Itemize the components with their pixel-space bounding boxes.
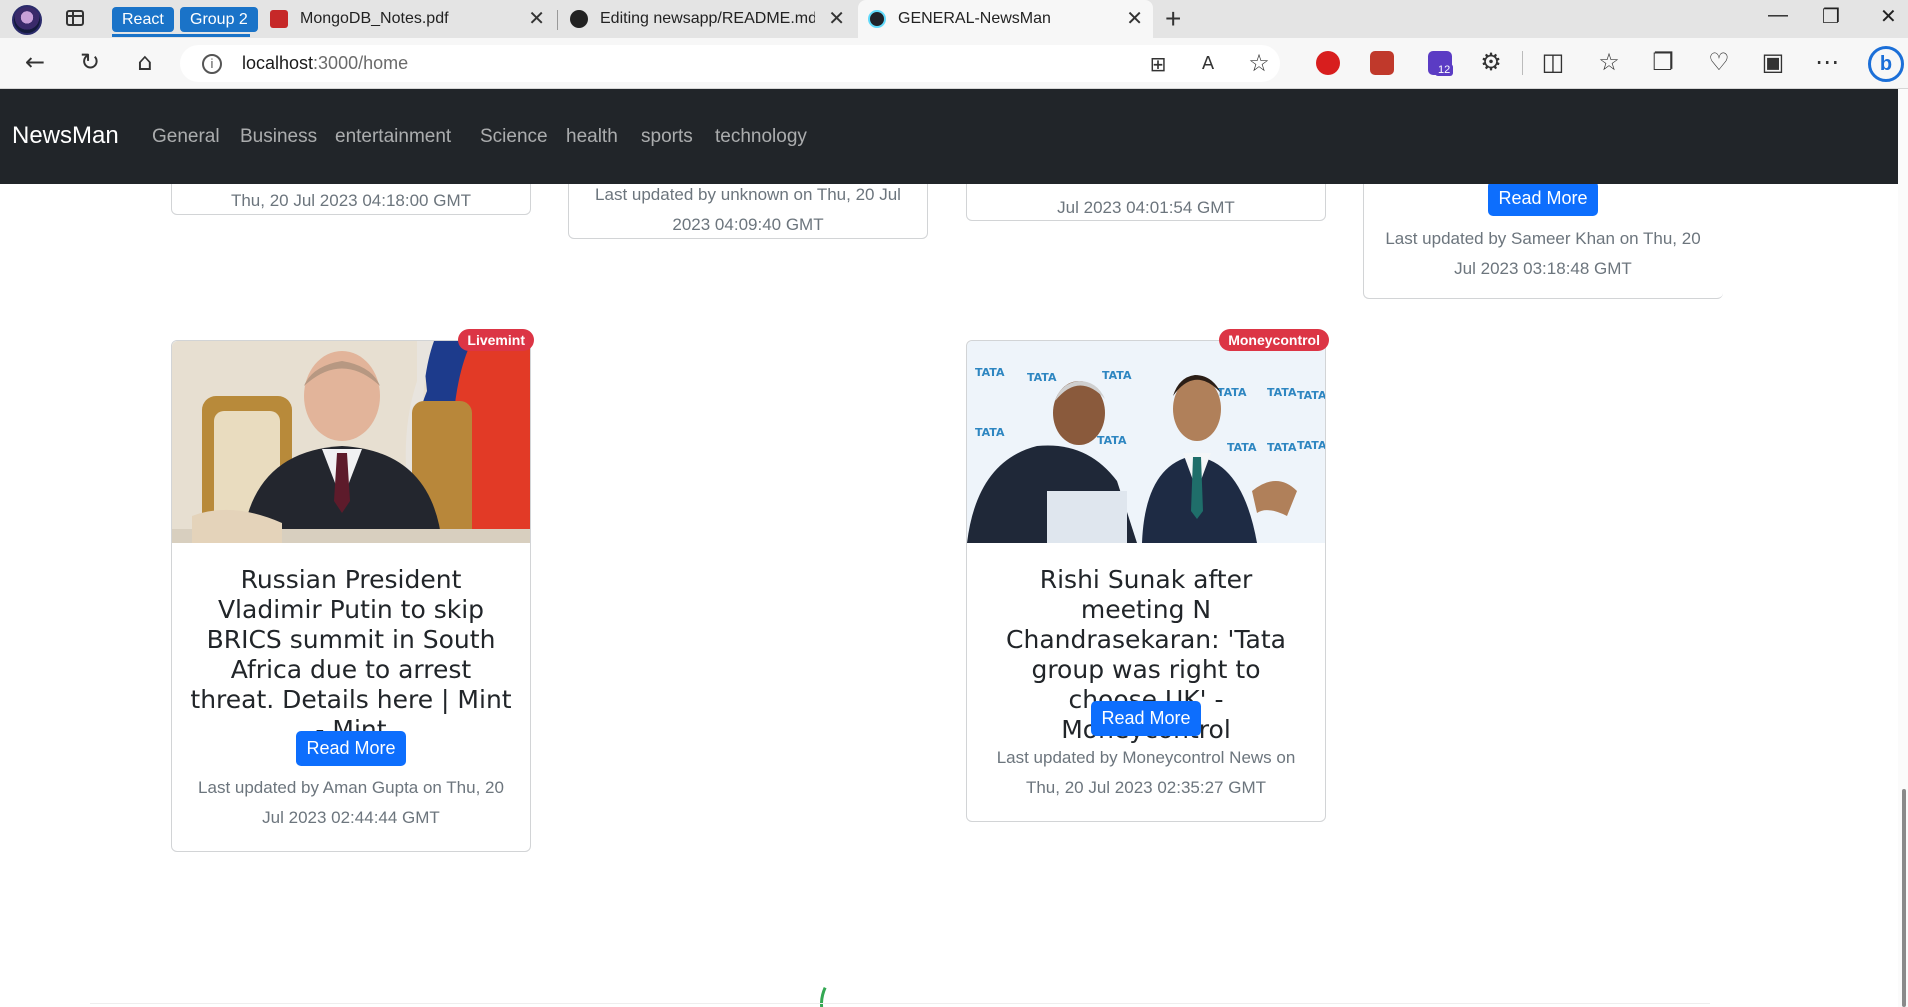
profile-avatar[interactable] bbox=[12, 5, 42, 35]
minimize-button[interactable]: — bbox=[1768, 4, 1788, 27]
url-text[interactable]: localhost:3000/home bbox=[242, 53, 408, 74]
tab-title: MongoDB_Notes.pdf bbox=[300, 10, 449, 27]
split-screen-icon[interactable]: ◫ bbox=[1540, 49, 1566, 75]
card-footer: Last updated by Aman Gupta on Thu, 20 bbox=[198, 778, 504, 797]
workspaces-icon[interactable] bbox=[66, 10, 84, 26]
svg-text:TATA: TATA bbox=[1027, 371, 1057, 384]
tab-general-newsman[interactable]: GENERAL-NewsMan ✕ bbox=[858, 0, 1153, 38]
browser-tab-strip: React Group 2 MongoDB_Notes.pdf ✕ Editin… bbox=[0, 0, 1908, 38]
tab-title: Editing newsapp/README.md at bbox=[600, 10, 815, 27]
svg-text:TATA: TATA bbox=[1102, 369, 1132, 382]
react-icon bbox=[868, 10, 886, 28]
svg-text:TATA: TATA bbox=[975, 366, 1005, 379]
extensions-puzzle-icon[interactable]: ⚙ bbox=[1478, 49, 1504, 75]
svg-text:TATA: TATA bbox=[1297, 439, 1325, 452]
svg-text:TATA: TATA bbox=[975, 426, 1005, 439]
card-footer: Thu, 20 Jul 2023 04:18:00 GMT bbox=[230, 191, 472, 210]
tata-meeting-photo: TATA TATA TATA TATA TATA TATA TATA TATA … bbox=[967, 341, 1325, 543]
tab-mongodb-notes[interactable]: MongoDB_Notes.pdf ✕ bbox=[260, 0, 555, 38]
news-card: Livemint Russian President Vladimir Puti… bbox=[171, 329, 534, 852]
card-footer: Jul 2023 04:01:54 GMT bbox=[1057, 198, 1235, 217]
extension-red-icon[interactable] bbox=[1316, 51, 1340, 75]
tab-separator bbox=[557, 10, 558, 30]
card-footer: Last updated by Moneycontrol News on bbox=[996, 748, 1296, 767]
favorite-star-icon[interactable]: ☆ bbox=[1246, 50, 1272, 76]
card-footer: Jul 2023 03:18:48 GMT bbox=[1454, 259, 1632, 278]
nav-link-technology[interactable]: technology bbox=[715, 126, 807, 148]
page-scrollbar[interactable] bbox=[1898, 89, 1908, 1007]
close-window-button[interactable]: ✕ bbox=[1880, 4, 1897, 29]
restore-button[interactable]: ❐ bbox=[1822, 4, 1840, 29]
new-tab-button[interactable]: + bbox=[1165, 3, 1181, 35]
article-image[interactable]: TATA TATA TATA TATA TATA TATA TATA TATA … bbox=[967, 341, 1325, 543]
read-aloud-icon[interactable]: A bbox=[1195, 51, 1221, 77]
putin-photo bbox=[172, 341, 530, 543]
toolbar-separator bbox=[1522, 51, 1523, 75]
back-icon[interactable]: ← bbox=[22, 49, 48, 75]
math-solver-icon[interactable]: ▣ bbox=[1760, 49, 1786, 75]
source-badge: Livemint bbox=[458, 329, 534, 351]
scrollbar-thumb[interactable] bbox=[1902, 789, 1906, 1007]
nav-link-general[interactable]: General bbox=[152, 126, 220, 148]
browser-toolbar: ← ↻ ⌂ i localhost:3000/home ⊞ A ☆ 12 ⚙ ◫… bbox=[0, 38, 1908, 89]
tab-group-underline bbox=[180, 34, 250, 37]
nav-link-sports[interactable]: sports bbox=[641, 126, 693, 148]
close-icon[interactable]: ✕ bbox=[828, 6, 845, 31]
nav-link-health[interactable]: health bbox=[566, 126, 618, 148]
svg-text:TATA: TATA bbox=[1217, 386, 1247, 399]
article-title: Russian President Vladimir Putin to skip… bbox=[190, 565, 512, 744]
loading-spinner bbox=[808, 952, 912, 1007]
bing-copilot-icon[interactable]: b bbox=[1868, 46, 1904, 82]
svg-text:TATA: TATA bbox=[1267, 441, 1297, 454]
tab-group-react[interactable]: React bbox=[112, 7, 174, 32]
navbar-brand[interactable]: NewsMan bbox=[12, 122, 119, 150]
favorites-icon[interactable]: ☆ bbox=[1596, 49, 1622, 75]
svg-text:TATA: TATA bbox=[1267, 386, 1297, 399]
browser-essentials-icon[interactable]: ♡ bbox=[1706, 49, 1732, 75]
article-image[interactable] bbox=[172, 341, 530, 543]
svg-text:TATA: TATA bbox=[1097, 434, 1127, 447]
source-badge: Moneycontrol bbox=[1219, 329, 1329, 351]
address-bar[interactable]: i localhost:3000/home ⊞ A ☆ bbox=[180, 45, 1280, 82]
refresh-icon[interactable]: ↻ bbox=[77, 49, 103, 75]
svg-text:TATA: TATA bbox=[1227, 441, 1257, 454]
close-icon[interactable]: ✕ bbox=[528, 6, 545, 31]
github-icon bbox=[570, 10, 588, 28]
app-available-icon[interactable]: ⊞ bbox=[1145, 51, 1171, 77]
card-footer: Last updated by Sameer Khan on Thu, 20 bbox=[1385, 229, 1701, 248]
tab-title: GENERAL-NewsMan bbox=[898, 10, 1051, 27]
extension-badge: 12 bbox=[1435, 64, 1454, 76]
card-footer: 2023 04:09:40 GMT bbox=[672, 215, 824, 234]
more-menu-icon[interactable]: ⋯ bbox=[1814, 49, 1840, 75]
card-footer: Jul 2023 02:44:44 GMT bbox=[262, 808, 440, 827]
nav-link-science[interactable]: Science bbox=[480, 126, 548, 148]
nav-link-business[interactable]: Business bbox=[240, 126, 317, 148]
page-divider bbox=[90, 1003, 1710, 1004]
close-icon[interactable]: ✕ bbox=[1126, 6, 1143, 31]
card-footer: Last updated by unknown on Thu, 20 Jul bbox=[595, 185, 901, 204]
tab-group-2[interactable]: Group 2 bbox=[180, 7, 258, 32]
card-footer: Thu, 20 Jul 2023 02:35:27 GMT bbox=[1025, 778, 1267, 797]
nav-link-entertainment[interactable]: entertainment bbox=[335, 126, 451, 148]
news-card: Moneycontrol TATA TATA TATA TATA TATA TA… bbox=[966, 329, 1329, 822]
site-navbar: NewsMan General Business entertainment S… bbox=[0, 89, 1898, 184]
collections-icon[interactable]: ❐ bbox=[1650, 49, 1676, 75]
home-icon[interactable]: ⌂ bbox=[132, 49, 158, 75]
read-more-button[interactable]: Read More bbox=[1488, 181, 1598, 216]
read-more-button[interactable]: Read More bbox=[1091, 701, 1201, 736]
page-viewport: NewsMan General Business entertainment S… bbox=[0, 89, 1908, 1007]
pdf-icon bbox=[270, 10, 288, 28]
read-more-button[interactable]: Read More bbox=[296, 731, 406, 766]
site-info-icon[interactable]: i bbox=[202, 54, 222, 74]
extension-shield-icon[interactable] bbox=[1370, 51, 1394, 75]
tab-github-readme[interactable]: Editing newsapp/README.md at ✕ bbox=[560, 0, 855, 38]
svg-text:TATA: TATA bbox=[1297, 389, 1325, 402]
